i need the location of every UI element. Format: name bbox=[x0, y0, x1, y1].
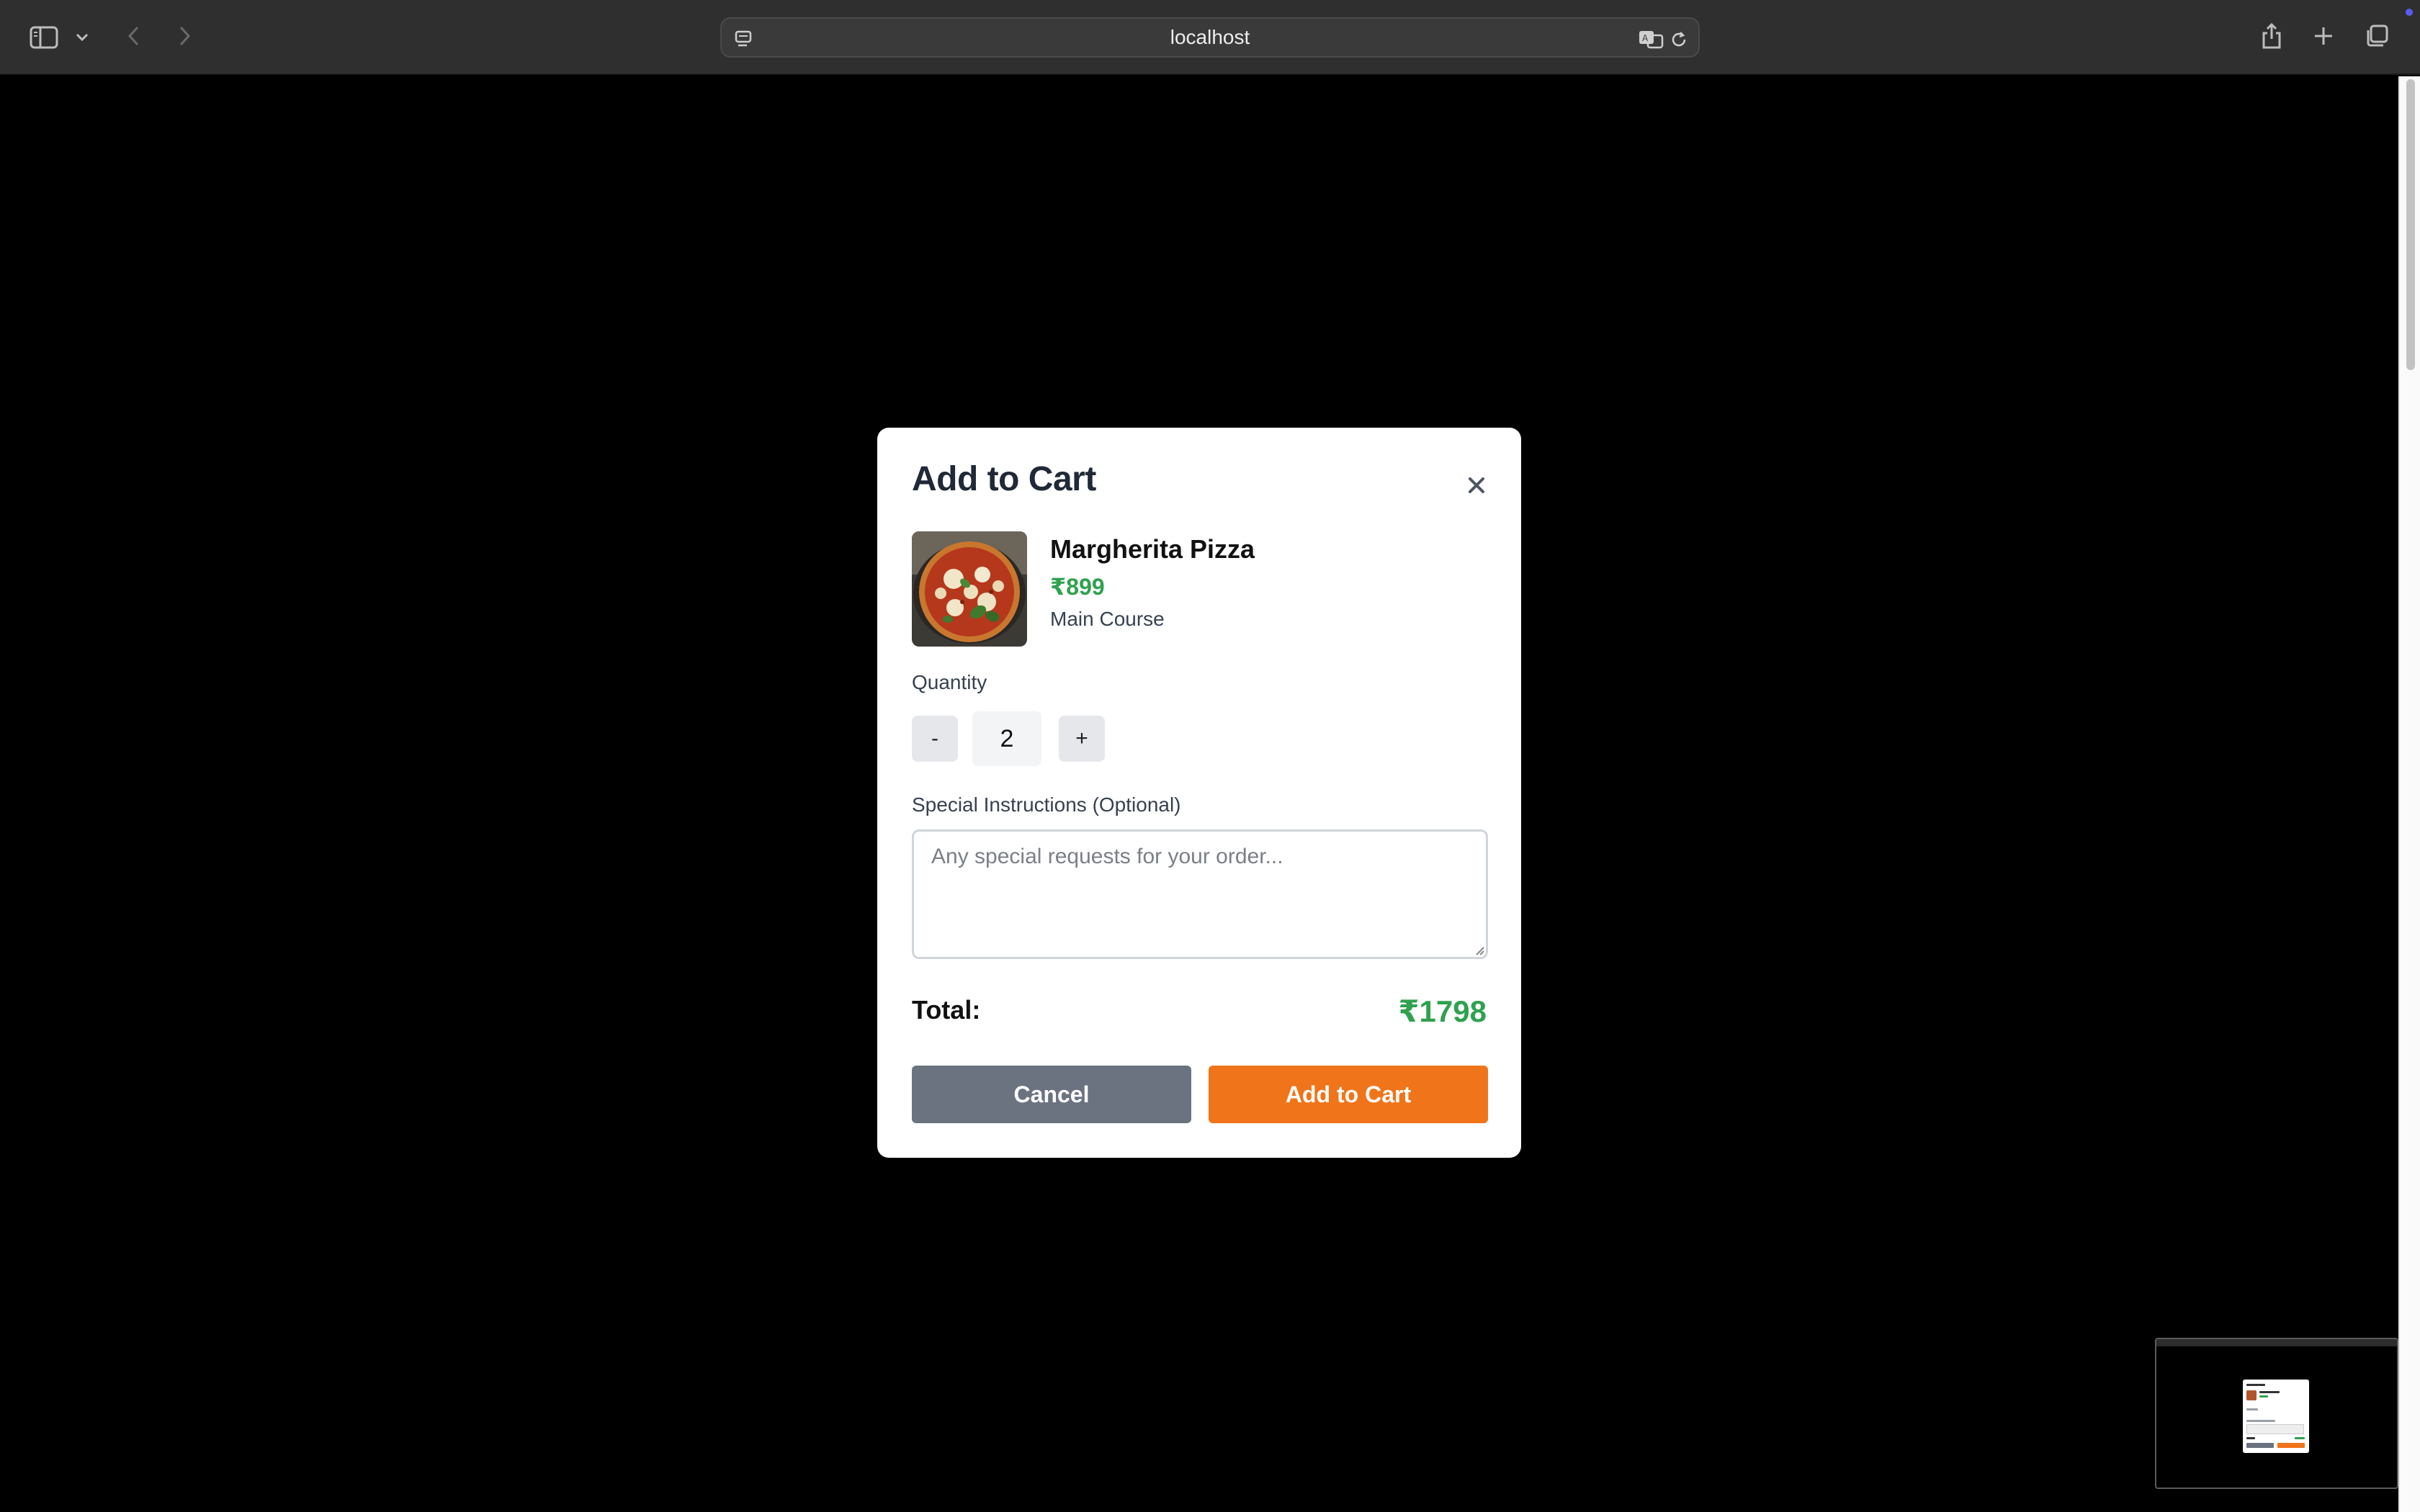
forward-icon[interactable] bbox=[170, 22, 199, 50]
add-to-cart-button[interactable]: Add to Cart bbox=[1209, 1066, 1488, 1123]
preview-modal bbox=[2243, 1380, 2309, 1453]
decrement-button[interactable]: - bbox=[912, 716, 958, 762]
window-preview-thumbnail[interactable] bbox=[2155, 1338, 2398, 1489]
preview-line bbox=[2259, 1395, 2268, 1398]
total-label: Total: bbox=[912, 995, 981, 1025]
reload-icon[interactable] bbox=[1667, 27, 1691, 52]
preview-image bbox=[2246, 1390, 2257, 1400]
cancel-button[interactable]: Cancel bbox=[912, 1066, 1191, 1123]
preview-line bbox=[2246, 1437, 2255, 1439]
notification-dot bbox=[2406, 9, 2413, 16]
preview-line bbox=[2295, 1437, 2305, 1439]
quantity-label: Quantity bbox=[912, 671, 987, 693]
resize-grip-icon[interactable] bbox=[1474, 945, 1485, 956]
modal-title: Add to Cart bbox=[912, 460, 1096, 498]
product-image bbox=[912, 531, 1027, 647]
sidebar-toggle-icon[interactable] bbox=[27, 23, 60, 52]
chevron-down-icon[interactable] bbox=[71, 26, 94, 49]
preview-line bbox=[2259, 1391, 2280, 1393]
back-icon[interactable] bbox=[120, 22, 148, 50]
scrollbar-thumb[interactable] bbox=[2406, 79, 2415, 370]
scrollbar[interactable] bbox=[2398, 76, 2420, 1512]
add-to-cart-modal: Add to Cart Margherita Pizza ₹899 Main C… bbox=[877, 428, 1521, 1158]
preview-toolbar bbox=[2156, 1339, 2397, 1346]
special-instructions-label: Special Instructions (Optional) bbox=[912, 793, 1181, 816]
address-bar[interactable]: localhost A bbox=[720, 17, 1700, 58]
close-icon bbox=[1469, 477, 1484, 493]
preview-line bbox=[2246, 1384, 2265, 1386]
browser-toolbar: localhost A bbox=[0, 0, 2420, 75]
product-category: Main Course bbox=[1050, 608, 1165, 630]
preview-line bbox=[2246, 1424, 2304, 1434]
product-price: ₹899 bbox=[1050, 574, 1105, 600]
total-value: ₹1798 bbox=[1398, 994, 1487, 1028]
address-text: localhost bbox=[1170, 26, 1250, 48]
translate-icon[interactable]: A bbox=[1636, 26, 1665, 52]
preview-button bbox=[2277, 1443, 2305, 1448]
product-name: Margherita Pizza bbox=[1050, 534, 1255, 564]
close-button[interactable] bbox=[1462, 471, 1491, 500]
quantity-value: 2 bbox=[972, 711, 1041, 766]
tab-overview-icon[interactable] bbox=[2362, 22, 2391, 50]
svg-text:A: A bbox=[1642, 33, 1649, 43]
preview-button bbox=[2246, 1443, 2274, 1448]
preview-line bbox=[2246, 1408, 2258, 1410]
special-instructions-input[interactable] bbox=[912, 829, 1488, 959]
share-icon[interactable] bbox=[2257, 19, 2286, 53]
new-tab-icon[interactable] bbox=[2309, 22, 2338, 50]
preview-line bbox=[2246, 1420, 2275, 1422]
increment-button[interactable]: + bbox=[1059, 716, 1105, 762]
